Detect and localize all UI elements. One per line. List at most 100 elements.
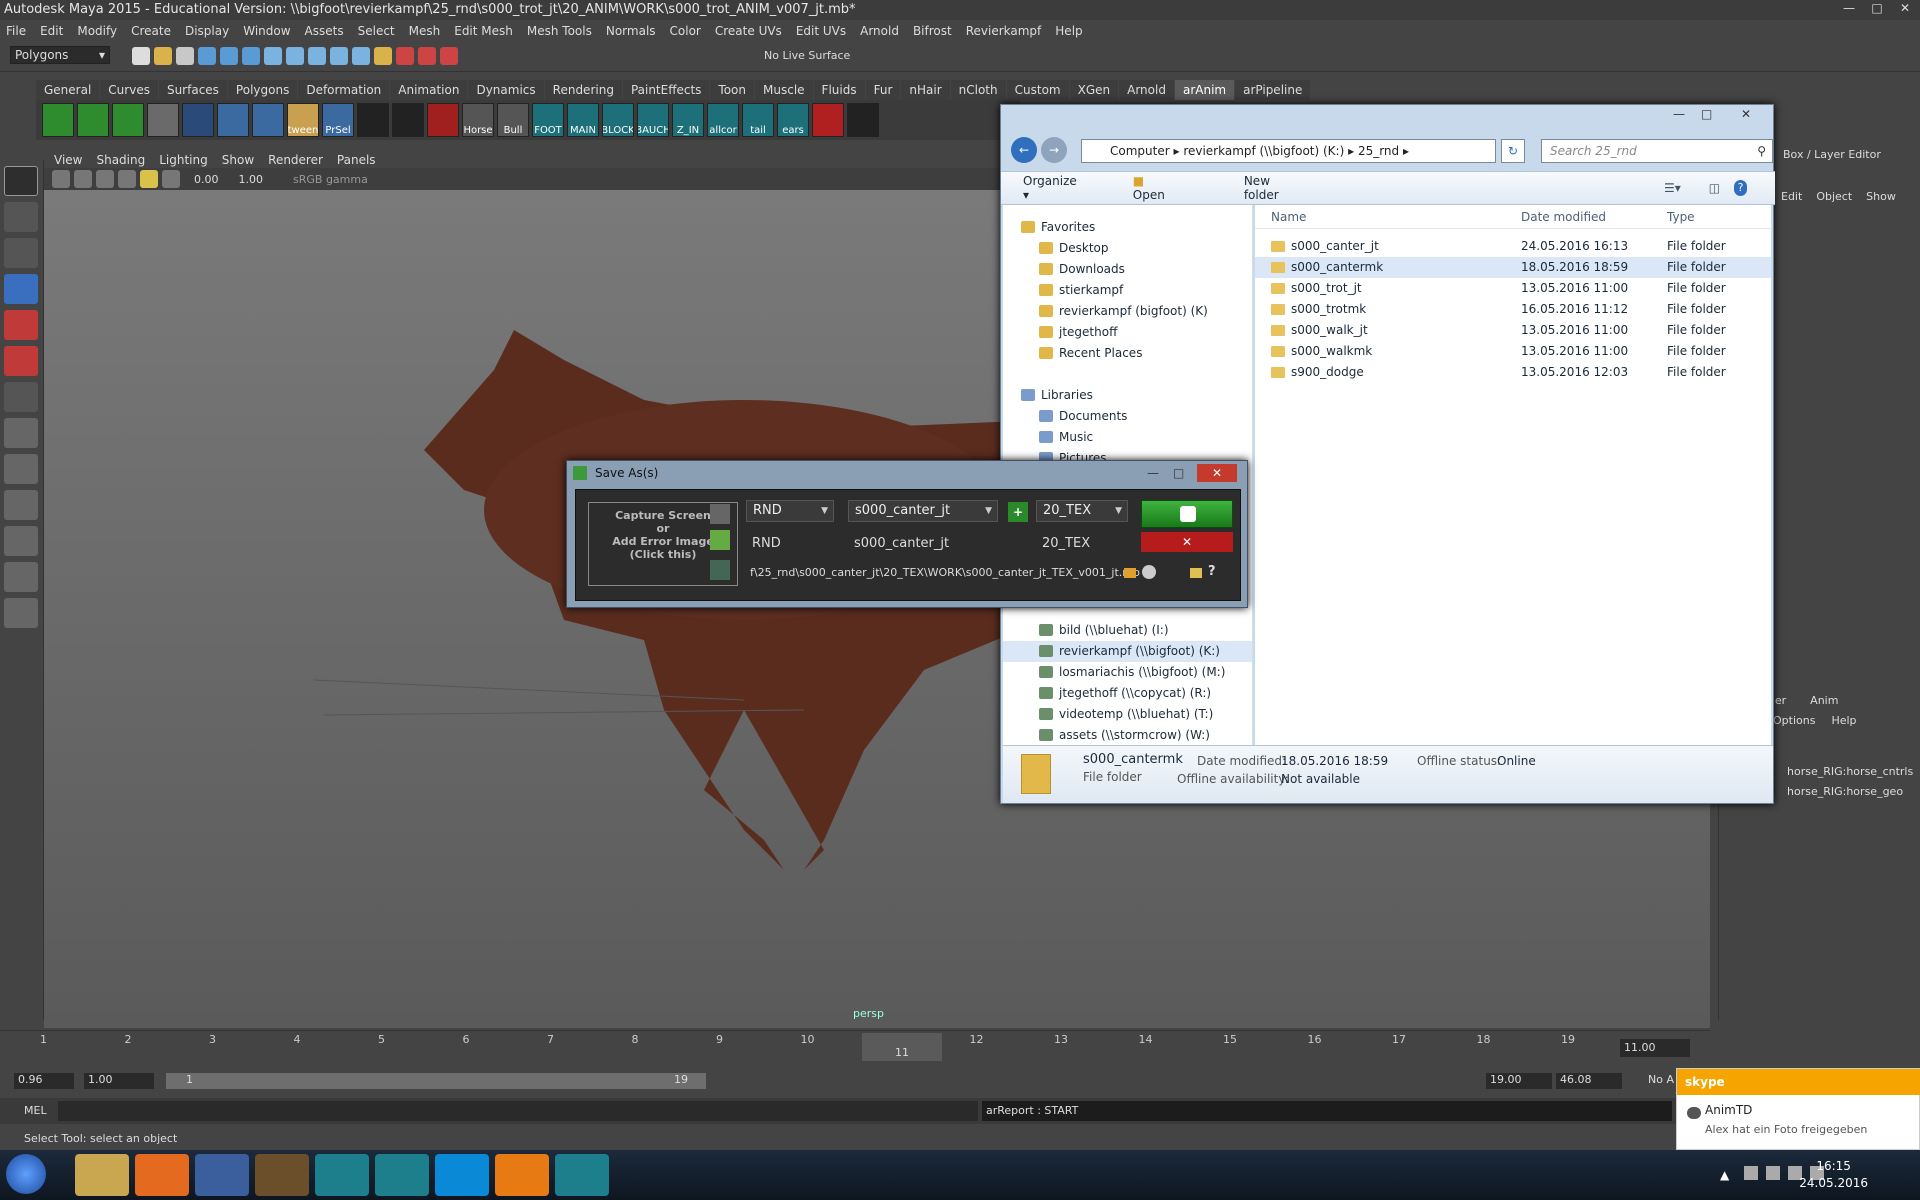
command-input[interactable]	[58, 1101, 978, 1121]
shelf-button-10[interactable]	[392, 103, 424, 137]
menu-item-4[interactable]: Display	[185, 24, 229, 38]
nav-item[interactable]: revierkampf (bigfoot) (K)	[1003, 301, 1252, 322]
menu-item-6[interactable]: Assets	[305, 24, 344, 38]
shelf-tab-8[interactable]: PaintEffects	[622, 80, 710, 100]
shelf-button-17[interactable]: BAUCH	[637, 103, 669, 137]
column-name[interactable]: Name	[1271, 210, 1306, 224]
shelf-button-22[interactable]	[812, 103, 844, 137]
save-button[interactable]	[1141, 500, 1233, 528]
nav-drive[interactable]: jtegethoff (\\copycat) (R:)	[1003, 683, 1252, 704]
layout-four-icon[interactable]	[4, 454, 38, 484]
maya-icon[interactable]	[315, 1154, 369, 1196]
isolate-icon[interactable]	[162, 170, 180, 188]
exposure-value[interactable]: 0.00	[194, 173, 219, 186]
menu-item-18[interactable]: Help	[1055, 24, 1082, 38]
menu-item-10[interactable]: Mesh Tools	[527, 24, 592, 38]
menu-item-7[interactable]: Select	[358, 24, 395, 38]
layout-hypershade-icon[interactable]	[4, 562, 38, 592]
panel-menu-2[interactable]: Lighting	[159, 153, 208, 167]
list-item[interactable]: horse_RIG:horse_geo	[1787, 782, 1913, 802]
vlc-icon[interactable]	[495, 1154, 549, 1196]
shelf-tab-11[interactable]: Fluids	[813, 80, 865, 100]
tray-network-icon[interactable]	[1744, 1166, 1758, 1180]
shelf-tab-1[interactable]: Curves	[100, 80, 158, 100]
ipr-render-icon[interactable]	[440, 47, 458, 65]
skype-notification[interactable]: skype AnimTD Alex hat ein Foto freigegeb…	[1676, 1068, 1920, 1150]
shelf-tab-3[interactable]: Polygons	[227, 80, 298, 100]
minimize-icon[interactable]: —	[1673, 107, 1685, 121]
move-tool-icon[interactable]	[4, 274, 38, 304]
close-icon[interactable]: ✕	[1197, 464, 1237, 482]
user-icon[interactable]	[1142, 565, 1156, 579]
panel-menu-5[interactable]: Panels	[337, 153, 376, 167]
rotate-tool-icon[interactable]	[4, 310, 38, 340]
maximize-icon[interactable]: □	[1701, 107, 1712, 121]
minimize-icon[interactable]: —	[1838, 0, 1860, 16]
maya-icon[interactable]	[375, 1154, 429, 1196]
shelf-button-19[interactable]: allcor	[707, 103, 739, 137]
menu-set-dropdown[interactable]: Polygons ▾	[10, 46, 110, 64]
shelf-button-5[interactable]	[217, 103, 249, 137]
current-frame-marker[interactable]: 11	[862, 1033, 942, 1061]
menu-item-0[interactable]: File	[6, 24, 26, 38]
taskbar-clock[interactable]: 16:15 24.05.2016	[1799, 1158, 1868, 1192]
shelf-button-12[interactable]: Horse	[462, 103, 494, 137]
refresh-icon[interactable]: ↻	[1501, 139, 1525, 163]
shelf-tab-13[interactable]: nHair	[901, 80, 950, 100]
menu-item-14[interactable]: Edit UVs	[796, 24, 846, 38]
select-hierarchy-icon[interactable]	[198, 47, 216, 65]
shelf-tab-18[interactable]: arAnim	[1174, 80, 1235, 100]
range-slider[interactable]: 1 19	[166, 1073, 706, 1089]
snap-surface-icon[interactable]	[352, 47, 370, 65]
preview-pane-icon[interactable]: ◫	[1709, 181, 1720, 195]
firefox-icon[interactable]	[135, 1154, 189, 1196]
menu-item-9[interactable]: Edit Mesh	[454, 24, 513, 38]
shelf-tab-14[interactable]: nCloth	[950, 80, 1006, 100]
last-tool-icon[interactable]	[4, 382, 38, 412]
help-button[interactable]: ?	[1208, 564, 1216, 579]
close-icon[interactable]: ✕	[1741, 107, 1751, 121]
shelf-tab-6[interactable]: Dynamics	[468, 80, 544, 100]
nav-item[interactable]: Recent Places	[1003, 343, 1252, 364]
image-icon[interactable]	[710, 560, 730, 580]
layout-dope-icon[interactable]	[4, 598, 38, 628]
camera-icon[interactable]	[52, 170, 70, 188]
shelf-button-3[interactable]	[147, 103, 179, 137]
select-component-icon[interactable]	[242, 47, 260, 65]
table-row[interactable]: s000_walkmk 13.05.2016 11:00 File folder	[1255, 341, 1771, 362]
gamma-value[interactable]: 1.00	[239, 173, 264, 186]
back-icon[interactable]: ←	[1011, 137, 1037, 163]
menu-item-11[interactable]: Normals	[606, 24, 656, 38]
forward-icon[interactable]: →	[1041, 137, 1067, 163]
shelf-button-11[interactable]	[427, 103, 459, 137]
file-explorer-icon[interactable]	[75, 1154, 129, 1196]
shelf-tab-2[interactable]: Surfaces	[158, 80, 227, 100]
shelf-button-4[interactable]	[182, 103, 214, 137]
menu-item-5[interactable]: Window	[243, 24, 290, 38]
shelf-tab-0[interactable]: General	[36, 80, 100, 100]
start-time-field[interactable]: 0.96	[14, 1073, 74, 1089]
menu-item-1[interactable]: Edit	[40, 24, 63, 38]
tab-anim[interactable]: Anim	[1810, 694, 1838, 707]
department-dropdown[interactable]: 20_TEX ▼	[1036, 500, 1128, 522]
shelf-button-15[interactable]: MAIN	[567, 103, 599, 137]
table-row[interactable]: s000_cantermk 18.05.2016 18:59 File folder	[1255, 257, 1771, 278]
new-scene-icon[interactable]	[132, 47, 150, 65]
shelf-button-9[interactable]	[357, 103, 389, 137]
end-time-field[interactable]: 46.08	[1556, 1073, 1622, 1089]
render-icon[interactable]	[418, 47, 436, 65]
tray-flag-icon[interactable]	[1766, 1166, 1780, 1180]
panel-menu-1[interactable]: Shading	[96, 153, 145, 167]
shelf-tab-4[interactable]: Deformation	[298, 80, 390, 100]
skype-icon[interactable]	[435, 1154, 489, 1196]
shelf-tab-9[interactable]: Toon	[710, 80, 755, 100]
colorspace-dropdown[interactable]: sRGB gamma	[293, 173, 368, 186]
select-tool-icon[interactable]	[4, 166, 38, 196]
wireframe-icon[interactable]	[96, 170, 114, 188]
menu-item-3[interactable]: Create	[131, 24, 171, 38]
lights-icon[interactable]	[140, 170, 158, 188]
nav-drive[interactable]: revierkampf (\\bigfoot) (K:)	[1003, 641, 1252, 662]
menu-item-2[interactable]: Modify	[77, 24, 117, 38]
playback-start-field[interactable]: 1.00	[84, 1073, 154, 1089]
view-options-icon[interactable]: ☰▾	[1664, 181, 1681, 195]
